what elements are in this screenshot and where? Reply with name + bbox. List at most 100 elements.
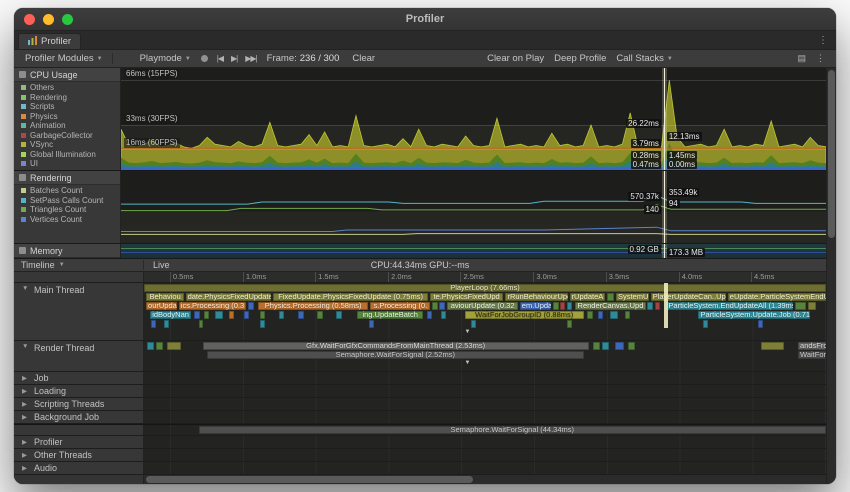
timeline-block[interactable] [615,342,625,350]
next-frame-button[interactable]: ▶| [227,54,241,63]
timeline-block[interactable] [151,320,156,328]
expand-icon[interactable]: ▶ [22,374,30,382]
timeline-block[interactable] [625,311,630,319]
timeline-block[interactable] [432,302,437,310]
timeline-block[interactable] [703,320,708,328]
timeline-block[interactable] [471,320,476,328]
legend-item-physics[interactable]: Physics [14,112,120,122]
clear-on-play-toggle[interactable]: Clear on Play [482,52,549,65]
timeline-view-dropdown[interactable]: Timeline ▼ [14,260,144,270]
timeline-block[interactable]: SystemU [616,293,649,301]
timeline-block[interactable]: idBodyNan [150,311,191,319]
timeline-block[interactable] [761,342,784,350]
legend-item-scripts[interactable]: Scripts [14,102,120,112]
zoom-button[interactable] [62,14,73,25]
tab-menu-icon[interactable]: ⋮ [810,35,836,46]
timeline-block[interactable]: ParticleSystem.Update.Job (0.71ms) [698,311,810,319]
expand-icon[interactable]: ▶ [22,464,30,472]
timeline-hscrollbar[interactable] [14,475,826,484]
timeline-live-toggle[interactable]: Live [144,260,179,270]
timeline-block[interactable]: eUpdate.ParticleSystemEndUpdateAll (1 [728,293,826,301]
thread-label-main-thread[interactable]: ▼Main Thread [14,283,144,340]
timeline-block[interactable]: Gfx.WaitForGfxCommandsFromMainThread (2.… [203,342,589,350]
timeline-block[interactable] [204,311,209,319]
timeline-block[interactable]: PlayerUpdateCan..Updat [651,293,726,301]
collapse-marker-icon[interactable]: ▼ [465,360,471,366]
timeline-block[interactable] [248,302,255,310]
timeline-block[interactable] [244,311,249,319]
legend-item-rendering[interactable]: Rendering [14,93,120,103]
timeline-block[interactable] [298,311,303,319]
legend-item-animation[interactable]: Animation [14,121,120,131]
module-header-rendering[interactable]: Rendering [14,171,120,185]
timeline-block[interactable] [194,311,199,319]
expand-icon[interactable]: ▶ [22,451,30,459]
timeline-block[interactable]: te.PhysicsFixedUpd [430,293,502,301]
legend-item-vertices-count[interactable]: Vertices Count [14,215,120,225]
timeline-block[interactable] [336,311,341,319]
legend-item-setpass-calls-count[interactable]: SetPass Calls Count [14,196,120,206]
timeline-block[interactable]: andsFrom [798,342,826,350]
timeline-block[interactable]: Physics.Processing (0.58ms) [258,302,368,310]
timeline-block[interactable] [260,320,265,328]
clear-button[interactable]: Clear [347,52,380,65]
timeline-block[interactable] [567,320,572,328]
titlebar[interactable]: Profiler [14,8,836,31]
timeline-block[interactable] [610,311,618,319]
timeline-block[interactable] [567,302,572,310]
thread-label-audio[interactable]: ▶Audio [14,462,144,474]
timeline-block[interactable] [441,311,446,319]
timeline-block[interactable]: Behaviou [146,293,184,301]
timeline-block[interactable] [439,302,444,310]
tab-profiler[interactable]: Profiler [18,33,81,49]
timeline-block[interactable] [628,342,635,350]
expand-icon[interactable]: ▶ [22,438,30,446]
toolbar-menu-icon[interactable]: ⋮ [811,53,830,64]
thread-label-job[interactable]: ▶Job [14,372,144,384]
timeline-block[interactable] [647,302,653,310]
thread-label-render-thread[interactable]: ▼Render Thread [14,341,144,371]
timeline-block[interactable]: WaitForSig [798,351,826,359]
hscroll-track[interactable] [144,475,826,484]
collapse-marker-icon[interactable]: ▼ [465,329,471,335]
timeline-block[interactable]: RenderCanvas.Upd [575,302,646,310]
hscroll-thumb[interactable] [146,476,473,483]
current-frame-button[interactable]: ▶▶| [241,54,260,63]
legend-item-global-illumination[interactable]: Global Illumination [14,150,120,160]
module-header-cpu[interactable]: CPU Usage [14,68,120,82]
thread-label-scripting-threads[interactable]: ▶Scripting Threads [14,398,144,410]
thread-label-other-threads[interactable]: ▶Other Threads [14,449,144,461]
timeline-block[interactable] [607,293,614,301]
timeline-block[interactable] [602,342,609,350]
legend-item-garbagecollector[interactable]: GarbageCollector [14,131,120,141]
timeline-block[interactable] [279,311,284,319]
timeline-block[interactable] [593,342,600,350]
legend-item-triangles-count[interactable]: Triangles Count [14,205,120,215]
vscroll-thumb[interactable] [828,70,835,238]
target-dropdown[interactable]: Playmode ▼ [135,52,196,65]
timeline-block[interactable] [587,311,592,319]
timeline-block[interactable]: ourUpda [146,302,177,310]
record-icon[interactable] [201,55,208,62]
thread-label-loading[interactable]: ▶Loading [14,385,144,397]
timeline-block[interactable] [229,311,234,319]
prev-frame-button[interactable]: |◀ [213,54,227,63]
timeline-block[interactable] [795,302,806,310]
timeline-block[interactable] [317,311,322,319]
profiler-modules-dropdown[interactable]: Profiler Modules ▼ [20,52,108,65]
timeline-block[interactable]: aviourUpdate (0.32 [447,302,519,310]
expand-icon[interactable]: ▶ [22,400,30,408]
timeline-block[interactable]: PlayerLoop (7.66ms) [144,284,826,292]
timeline-block[interactable]: FixedUpdate.PhysicsFixedUpdate (0.75ms) [273,293,428,301]
timeline-block[interactable] [215,311,223,319]
collapse-icon[interactable]: ▼ [22,343,30,350]
module-header-memory[interactable]: Memory [14,244,120,258]
legend-item-batches-count[interactable]: Batches Count [14,186,120,196]
expand-icon[interactable]: ▶ [22,413,30,421]
timeline-block[interactable]: WaitForJobGroupID (0.88ms) [465,311,584,319]
timeline-block[interactable] [758,320,763,328]
collapse-icon[interactable]: ▼ [22,285,30,292]
rendering-chart[interactable]: 570.37k140353.49k94 [121,171,826,243]
expand-icon[interactable]: ▶ [22,387,30,395]
close-button[interactable] [24,14,35,25]
